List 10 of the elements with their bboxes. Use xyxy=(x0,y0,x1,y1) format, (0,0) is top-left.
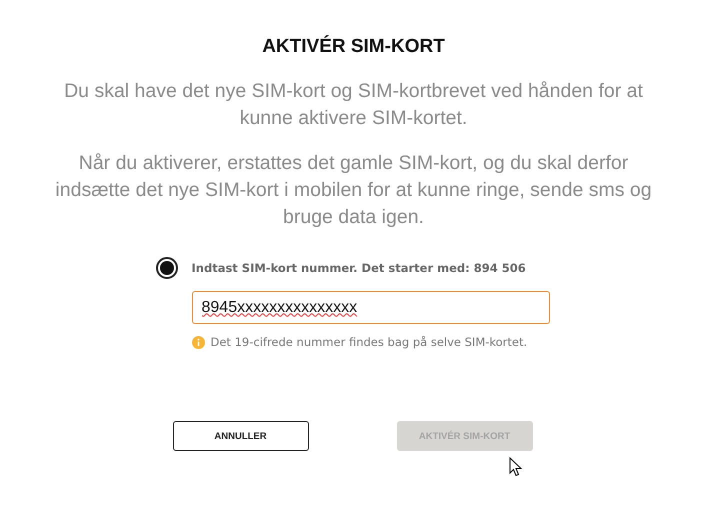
sim-number-field[interactable]: 8945xxxxxxxxxxxxxxx xyxy=(192,291,550,324)
cursor-icon xyxy=(509,457,523,477)
radio-button[interactable] xyxy=(156,257,178,279)
dialog-title: AKTIVÉR SIM-KORT xyxy=(262,36,445,58)
info-paragraph: Du skal have det nye SIM-kort og SIM-kortbrevet ved hånden for at kunne aktivere SIM-kortet. xyxy=(63,79,644,131)
cancel-button[interactable]: ANNULLER xyxy=(172,421,308,451)
info-paragraph: Når du aktiverer, erstattes det gamle SIM-kort, og du skal derfor indsætte det nye SIM-kort i mobilen for at kunne ringe, sende sms og bruge data igen. xyxy=(54,151,653,230)
info-icon xyxy=(192,336,204,348)
radio-label: Indtast SIM-kort nummer. Det starter med: 894 506 xyxy=(192,261,526,275)
hint-text: Det 19-cifrede nummer findes bag på selve SIM-kortet. xyxy=(210,335,528,349)
